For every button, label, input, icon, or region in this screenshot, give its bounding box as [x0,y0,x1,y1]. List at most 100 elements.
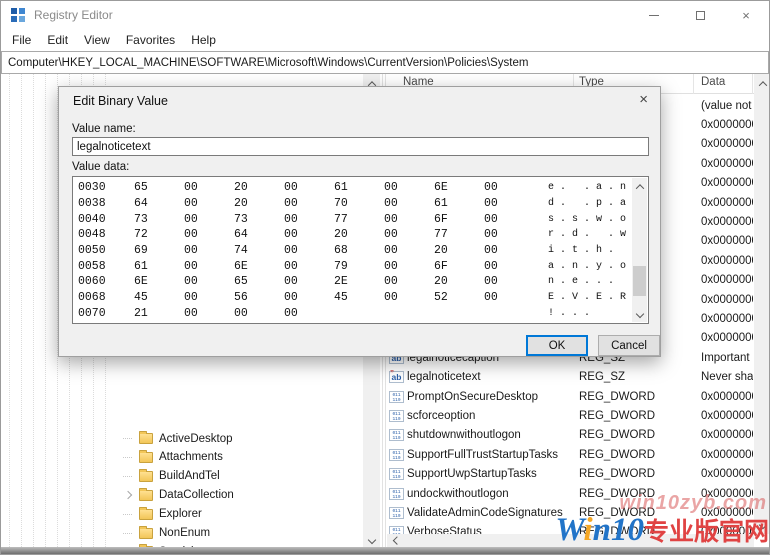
reg-dword-icon: 011 110 [389,390,404,403]
hex-ascii: s . s . w . o . [548,213,639,225]
hex-byte: 00 [484,291,498,305]
column-separator[interactable] [693,74,694,94]
hex-editor[interactable]: 0030 65 00 20 00 61 00 6E 00 e . . a . n . 0038 64 0… [72,176,649,324]
value-name-input[interactable] [72,137,649,156]
hex-row[interactable]: 0038 64 00 20 00 70 00 61 00 d . . p . a . [76,196,638,212]
tree-item-label: BuildAndTel [159,470,220,483]
hex-byte: 45 [334,291,348,305]
reg-dword-icon: 011 110 [389,410,404,423]
table-row[interactable]: 011 110 SupportFullTrustStartupTasks REG_D… [387,445,754,464]
hex-byte: 73 [134,212,148,226]
value-data-cell: 0x00000000 [701,196,753,209]
hex-byte: 52 [434,291,448,305]
hex-byte: 00 [284,244,298,258]
dialog-close-icon[interactable]: × [639,91,648,108]
hex-byte: 70 [334,197,348,211]
hex-row[interactable]: 0048 72 00 64 00 20 00 77 00 r . d . . w . [76,227,638,243]
registry-editor-icon [11,8,25,22]
hex-byte: 00 [484,212,498,226]
ok-button[interactable]: OK [526,335,588,356]
hex-row[interactable]: 0068 45 00 56 00 45 00 52 00 E . V . E . R . [76,290,638,306]
hex-ascii: e . . a . n . [548,182,639,194]
chevron-right-icon[interactable] [123,490,133,500]
value-data-cell: 0x00000000 [701,138,753,151]
scroll-down-icon[interactable] [632,306,647,321]
minimize-icon [649,14,659,16]
dialog-title: Edit Binary Value [73,94,168,108]
tree-connector [123,513,132,515]
hex-ascii: i . t . h . . [548,245,639,257]
hex-byte: 00 [234,306,248,320]
hex-row[interactable]: 0050 69 00 74 00 68 00 20 00 i . t . h . . [76,243,638,259]
hex-ascii: d . . p . a . [548,198,639,210]
column-header-data[interactable]: Data [701,76,725,88]
hex-offset: 0030 [78,181,106,195]
registry-editor-window: Registry Editor × File Edit View Favorites H… [0,0,770,555]
menu-favorites[interactable]: Favorites [118,30,183,50]
address-bar[interactable]: Computer\HKEY_LOCAL_MACHINE\SOFTWARE\Mic… [1,51,769,74]
value-name-cell: legalnoticetext [407,371,481,384]
hex-row[interactable]: 0060 6E 00 65 00 2E 00 20 00 n . e . . . . [76,274,638,290]
hex-scrollbar[interactable] [632,178,647,322]
table-row[interactable]: 011 110 shutdownwithoutlogon REG_DWORD 0x00… [387,426,754,445]
scroll-up-icon[interactable] [754,75,769,92]
scroll-down-icon[interactable] [754,516,769,533]
value-data-label: Value data: [72,161,130,173]
scroll-up-icon[interactable] [632,179,647,194]
value-name-cell: scforceoption [407,410,476,423]
tree-item-label: Explorer [159,508,202,521]
maximize-button[interactable] [677,1,723,29]
value-type-cell: REG_DWORD [579,429,656,442]
hex-byte: 00 [384,228,398,242]
hex-byte: 00 [284,181,298,195]
hex-byte: 20 [334,228,348,242]
hex-row[interactable]: 0040 73 00 73 00 77 00 6F 00 s . s . w . o . [76,211,638,227]
minimize-button[interactable] [631,1,677,29]
list-vertical-scrollbar[interactable] [754,74,769,534]
reg-dword-icon: 011 110 [389,507,404,520]
table-row[interactable]: ablegalnoticetext REG_SZ Never sha [387,368,754,387]
hex-row[interactable]: 0030 65 00 20 00 61 00 6E 00 e . . a . n . [76,180,638,196]
table-row[interactable]: 011 110 scforceoption REG_DWORD 0x0000000 [387,406,754,425]
hex-offset: 0038 [78,197,106,211]
hex-byte: 64 [134,197,148,211]
scrollbar-thumb[interactable] [633,266,646,296]
value-name-label: Value name: [72,123,136,135]
hex-byte: 00 [184,181,198,195]
menu-file[interactable]: File [4,30,39,50]
menu-help[interactable]: Help [183,30,224,50]
table-row[interactable]: 011 110 undockwithoutlogon REG_DWORD 0x0000… [387,484,754,503]
table-row[interactable]: 011 110 SupportUwpStartupTasks REG_DWORD 0x… [387,465,754,484]
menu-view[interactable]: View [76,30,118,50]
edit-binary-value-dialog: Edit Binary Value × Value name: Value da… [58,86,661,357]
hex-byte: 00 [184,291,198,305]
hex-byte: 00 [484,275,498,289]
folder-icon [139,487,153,501]
hex-offset: 0060 [78,275,106,289]
scroll-down-icon[interactable] [363,531,380,548]
value-data-cell: 0x00000000 [701,274,753,287]
table-row[interactable]: 011 110 PromptOnSecureDesktop REG_DWORD 0x0… [387,387,754,406]
hex-row[interactable]: 0070 21 00 00 00 ! . . . [76,306,630,322]
hex-row[interactable]: 0058 61 00 6E 00 79 00 6F 00 a . n . y . o . [76,258,638,274]
hex-byte: 68 [334,244,348,258]
menu-edit[interactable]: Edit [39,30,76,50]
folder-icon [139,468,153,482]
hex-byte: 00 [184,259,198,273]
hex-byte: 20 [434,244,448,258]
hex-byte: 20 [234,197,248,211]
reg-sz-icon: ab [389,368,404,384]
value-data-cell: 0x0000000 [701,448,753,461]
hex-offset: 0050 [78,244,106,258]
hex-byte: 20 [234,181,248,195]
folder-icon [139,525,153,539]
cancel-button[interactable]: Cancel [598,335,660,356]
hex-byte: 73 [234,212,248,226]
value-type-cell: REG_SZ [579,371,626,384]
column-separator[interactable] [752,74,753,94]
maximize-icon [695,10,705,20]
hex-ascii: r . d . . w . [548,229,639,241]
close-button[interactable]: × [723,1,769,29]
value-name-cell: SupportUwpStartupTasks [407,468,537,481]
table-row[interactable]: 011 110 ValidateAdminCodeSignatures REG_DW… [387,503,754,522]
